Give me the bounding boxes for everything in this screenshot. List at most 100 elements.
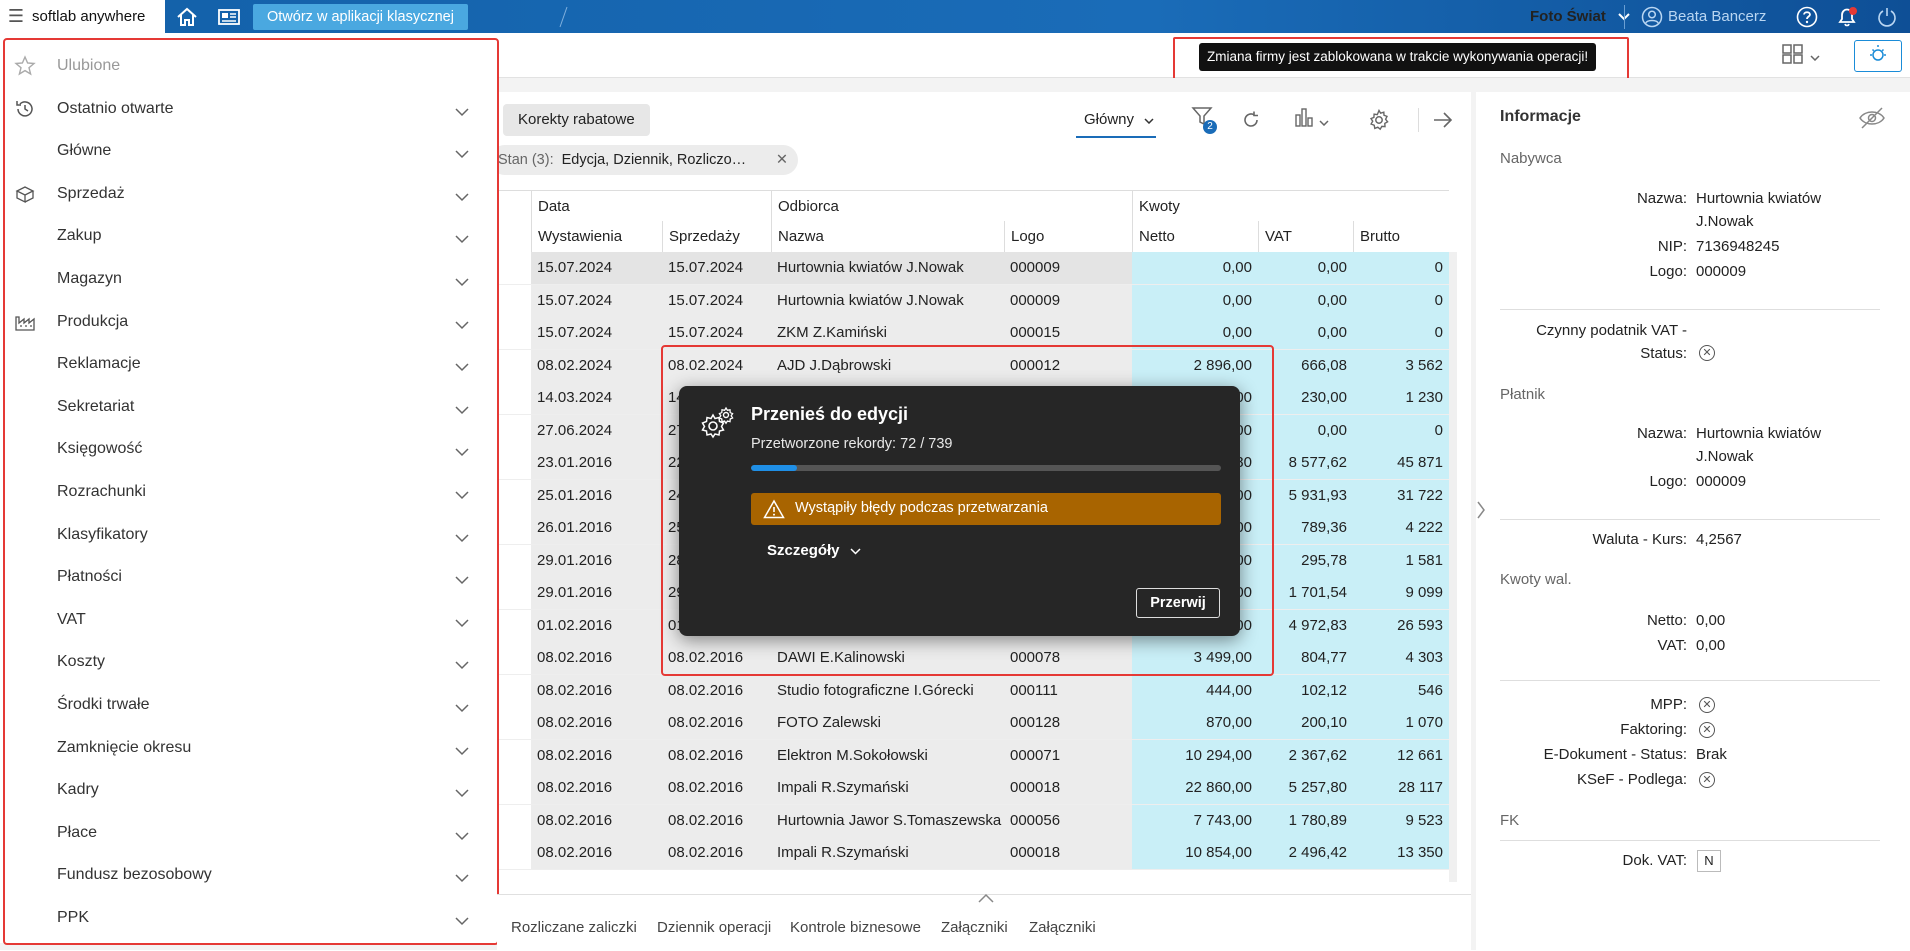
- warning-icon: [763, 499, 785, 523]
- table-cell: 9 099: [1405, 584, 1443, 601]
- tab-business-controls[interactable]: Kontrole biznesowe: [790, 919, 921, 936]
- table-cell: 0,00: [1222, 291, 1252, 309]
- table-row[interactable]: 08.02.2016 08.02.2016 FOTO Zalewski 000128 8…: [497, 707, 1449, 740]
- home-icon[interactable]: [170, 0, 204, 33]
- refresh-icon[interactable]: [1237, 104, 1265, 136]
- table-cell: 27.06.2024: [537, 421, 613, 439]
- table-cell: Impali R.Szymański: [777, 844, 909, 861]
- progress-label: Przetworzone rekordy: 72 / 739: [751, 436, 953, 452]
- divider: [558, 6, 568, 28]
- table-cell: 15.07.2024: [537, 259, 613, 276]
- table-row[interactable]: 08.02.2016 08.02.2016 Hurtownia Jawor S.To…: [497, 804, 1449, 838]
- table-group-header: Data Odbiorca Kwoty: [497, 190, 1449, 223]
- divider: [1500, 680, 1880, 681]
- chart-menu[interactable]: [1288, 104, 1334, 136]
- brand-area: ☰ softlab anywhere: [0, 0, 165, 33]
- tab-attachments[interactable]: Załączniki: [941, 919, 1008, 936]
- collapse-panel-handle[interactable]: [1476, 500, 1486, 530]
- table-row[interactable]: 15.07.2024 15.07.2024 Hurtownia kwiatów J.…: [497, 252, 1449, 285]
- tab-attachments-2[interactable]: Załączniki: [1029, 919, 1096, 936]
- table-cell: 08.02.2016: [537, 844, 613, 861]
- chevron-up-icon[interactable]: [978, 890, 994, 903]
- group-header-date: Data: [531, 191, 771, 222]
- tag-rebate-corrections[interactable]: Korekty rabatowe: [503, 104, 650, 136]
- dialog-title: Przenieś do edycji: [751, 404, 909, 424]
- payer-name-label: Nazwa:: [1636, 425, 1687, 442]
- theme-toggle-button[interactable]: [1854, 40, 1902, 72]
- table-cell: 000018: [1010, 844, 1061, 861]
- divider: [1418, 108, 1419, 132]
- buyer-nip-value: 7136948245: [1696, 238, 1780, 255]
- table-row[interactable]: 08.02.2016 08.02.2016 Studio fotograficzne…: [497, 674, 1449, 708]
- table-cell: 000111: [1010, 681, 1058, 699]
- tab-operations-log[interactable]: Dziennik operacji: [657, 919, 771, 936]
- help-icon[interactable]: [1790, 0, 1824, 33]
- table-cell: 000128: [1010, 714, 1061, 731]
- news-icon[interactable]: [212, 0, 246, 33]
- section-buyer: Nabywca: [1500, 150, 1562, 167]
- open-classic-app-button[interactable]: Otwórz w aplikacji klasycznej: [253, 4, 468, 30]
- column-header-brutto[interactable]: Brutto: [1353, 221, 1449, 252]
- view-selector[interactable]: Główny: [1076, 104, 1156, 138]
- table-cell: 10 854,00: [1185, 844, 1252, 861]
- hamburger-menu-icon[interactable]: ☰: [0, 6, 32, 27]
- column-header-sale-date[interactable]: Sprzedaży: [662, 221, 771, 252]
- power-icon[interactable]: [1870, 0, 1904, 33]
- table-cell: 08.02.2016: [537, 779, 613, 796]
- table-cell: 45 871: [1397, 454, 1443, 471]
- column-header-vat[interactable]: VAT: [1258, 221, 1353, 252]
- filter-button[interactable]: 2: [1183, 104, 1223, 136]
- layout-switcher[interactable]: [1782, 44, 1826, 67]
- column-header-netto[interactable]: Netto: [1132, 221, 1258, 252]
- close-icon[interactable]: ✕: [776, 145, 788, 175]
- tab-settled-advances[interactable]: Rozliczane zaliczki: [511, 919, 637, 936]
- buyer-name-label: Nazwa:: [1636, 190, 1687, 207]
- divider: [1624, 5, 1625, 29]
- table-cell: 3 562: [1405, 356, 1443, 374]
- table-cell: Impali R.Szymański: [777, 779, 909, 796]
- error-warning-banner: Wystąpiły błędy podczas przetwarzania: [751, 493, 1221, 525]
- divider: [1500, 840, 1880, 841]
- table-row[interactable]: 08.02.2016 08.02.2016 Elektron M.Sokołowsk…: [497, 739, 1449, 773]
- factoring-label: Faktoring:: [1620, 721, 1687, 738]
- column-header-logo[interactable]: Logo: [1004, 221, 1132, 252]
- hide-panel-eye-icon[interactable]: [1858, 106, 1886, 134]
- details-toggle[interactable]: Szczegóły: [767, 542, 861, 559]
- buyer-logo-label: Logo:: [1649, 263, 1687, 280]
- notification-bell-icon[interactable]: [1830, 0, 1864, 33]
- info-panel: [1476, 92, 1910, 950]
- arrow-right-icon[interactable]: [1428, 104, 1458, 136]
- table-row[interactable]: 08.02.2016 08.02.2016 Impali R.Szymański 00…: [497, 837, 1449, 870]
- table-cell: 08.02.2016: [537, 811, 613, 829]
- table-scrollbar[interactable]: [1449, 252, 1457, 882]
- table-cell: 15.07.2024: [537, 291, 613, 309]
- table-cell: Studio fotograficzne I.Górecki: [777, 681, 974, 699]
- foreign-vat-value: 0,00: [1696, 637, 1726, 654]
- currency-value: 4,2567: [1696, 531, 1742, 548]
- table-cell: 444,00: [1206, 681, 1252, 699]
- dok-vat-label: Dok. VAT:: [1622, 852, 1687, 869]
- table-row[interactable]: 08.02.2016 08.02.2016 Impali R.Szymański 00…: [497, 772, 1449, 805]
- table-cell: 7 743,00: [1193, 811, 1252, 829]
- stop-button[interactable]: Przerwij: [1136, 588, 1220, 618]
- table-cell: 14.03.2024: [537, 389, 613, 406]
- table-cell: 26 593: [1397, 616, 1443, 634]
- table-cell: 4 222: [1405, 519, 1443, 536]
- foreign-vat-label: VAT:: [1657, 637, 1687, 654]
- table-cell: 1 780,89: [1288, 811, 1347, 829]
- column-header-name[interactable]: Nazwa: [771, 221, 1004, 252]
- table-cell: 31 722: [1397, 486, 1443, 504]
- table-row[interactable]: 15.07.2024 15.07.2024 Hurtownia kwiatów J.…: [497, 284, 1449, 318]
- table-cell: 08.02.2016: [668, 779, 744, 796]
- chevron-down-icon: [1144, 104, 1154, 136]
- status-filter-chip[interactable]: Stan (3): Edycja, Dziennik, Rozliczo… ✕: [490, 145, 798, 175]
- table-cell: 15.07.2024: [668, 291, 744, 309]
- user-avatar-icon[interactable]: [1640, 0, 1664, 33]
- divider: [1500, 519, 1880, 520]
- settings-gear-icon[interactable]: [1364, 104, 1394, 136]
- company-selector[interactable]: Foto Świat: [1530, 0, 1630, 33]
- table-cell: 10 294,00: [1185, 746, 1252, 764]
- user-name[interactable]: Beata Bancerz: [1668, 0, 1766, 33]
- column-header-issue-date[interactable]: Wystawienia: [531, 221, 662, 252]
- table-column-header: Wystawienia Sprzedaży Nazwa Logo Netto V…: [497, 221, 1449, 254]
